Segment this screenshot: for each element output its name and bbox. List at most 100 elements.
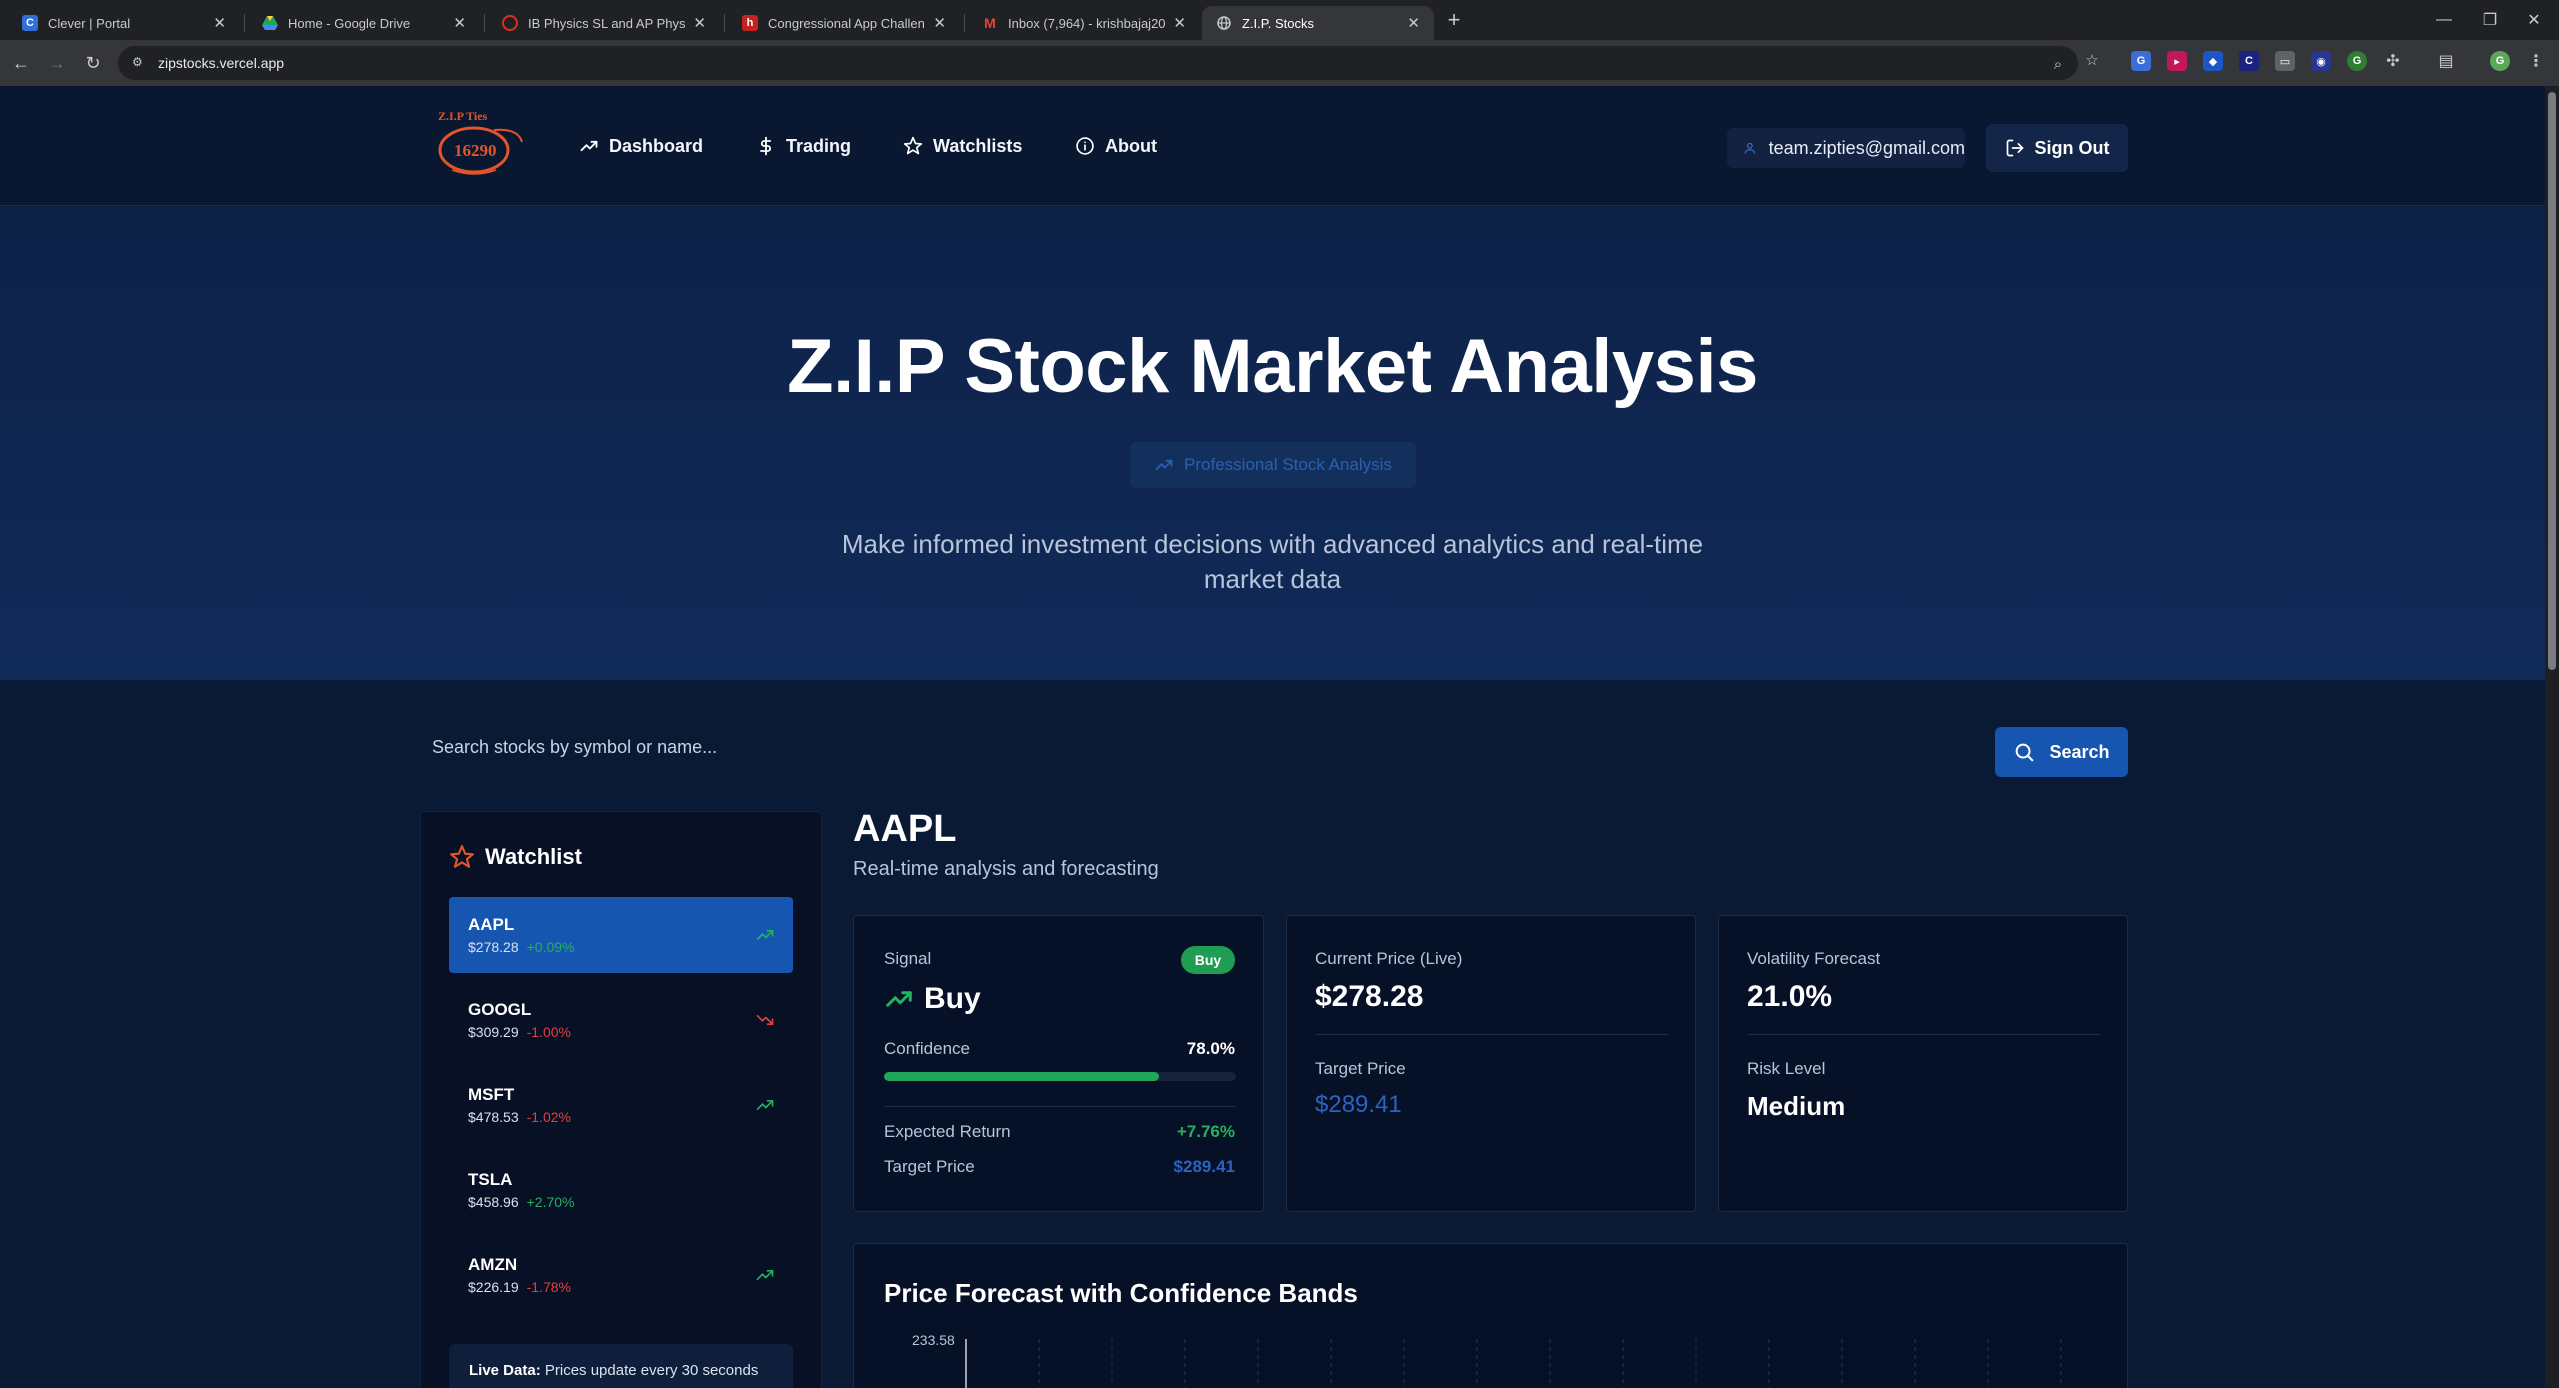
expected-return-value: +7.76% [1176, 1122, 1235, 1141]
recorder-extension-icon[interactable]: ▸ [2167, 51, 2187, 71]
gmail-icon: M [984, 15, 996, 31]
current-price-label: Current Price (Live) [1315, 949, 1463, 968]
tab-app-challenge[interactable]: h Congressional App Challenge C... ✕ [728, 6, 960, 40]
forecast-chart [965, 1339, 2062, 1388]
watchlist-item-msft[interactable]: MSFT $478.53 -1.02% [449, 1067, 793, 1143]
stock-subtitle: Real-time analysis and forecasting [853, 858, 1159, 880]
confidence-label: Confidence [884, 1039, 971, 1058]
current-price-value: $278.28 [1315, 980, 1424, 1013]
target-value: $289.41 [1173, 1157, 1235, 1176]
nav-trading-label: Trading [786, 135, 852, 156]
tab-ib-physics[interactable]: IB Physics SL and AP Physics 2 ... ✕ [488, 6, 720, 40]
expected-return-label: Expected Return [884, 1122, 1011, 1141]
trending-up-icon [756, 1100, 774, 1110]
watchlist-item-amzn[interactable]: AMZN $226.19 -1.78% [449, 1237, 793, 1313]
trending-up-icon [756, 1270, 774, 1280]
tab-zip-stocks[interactable]: Z.I.P. Stocks ✕ [1202, 6, 1434, 40]
user-email-chip[interactable]: team.zipties@gmail.com [1727, 128, 1965, 168]
watchlist-change: -1.00% [526, 1024, 571, 1040]
stock-search-bar: Search [420, 720, 2380, 777]
page-scrollbar[interactable] [2545, 86, 2559, 1388]
volatility-value: 21.0% [1747, 980, 1833, 1013]
tab-gmail[interactable]: M Inbox (7,964) - krishbajaj205@... ✕ [968, 6, 1200, 40]
price-card: Current Price (Live) $278.28 Target Pric… [1286, 915, 1696, 1212]
dollar-icon [760, 136, 772, 156]
watchlist-price: $278.28 +0.09% [468, 939, 575, 955]
trending-up-icon [1155, 459, 1173, 471]
address-bar[interactable]: ⚙ zipstocks.vercel.app ⌕ [118, 46, 2078, 80]
browser-menu-icon[interactable]: ⋮ [2526, 51, 2546, 71]
side-panel-icon[interactable]: ▤ [2436, 51, 2456, 71]
watchlist-change: +0.09% [526, 939, 575, 955]
nav-trading[interactable]: Trading [756, 130, 851, 162]
restore-icon[interactable]: ❐ [2470, 0, 2510, 40]
sign-out-button[interactable]: Sign Out [1986, 124, 2128, 172]
clever-icon: C [22, 15, 38, 31]
watchlist-item-googl[interactable]: GOOGL $309.29 -1.00% [449, 982, 793, 1058]
minimize-icon[interactable]: — [2424, 0, 2464, 40]
close-tab-icon[interactable]: ✕ [933, 14, 946, 32]
confidence-bar [884, 1072, 1236, 1081]
close-tab-icon[interactable]: ✕ [213, 14, 226, 32]
close-tab-icon[interactable]: ✕ [1407, 14, 1420, 32]
forecast-y-tick: 233.58 [912, 1332, 955, 1348]
tab-google-drive[interactable]: Home - Google Drive ✕ [248, 6, 480, 40]
close-tab-icon[interactable]: ✕ [693, 14, 706, 32]
watchlist-price: $458.96 +2.70% [468, 1194, 575, 1210]
watchlist-item-aapl[interactable]: AAPL $278.28 +0.09% [449, 897, 793, 973]
google-drive-icon [262, 15, 278, 31]
target-price-label: Target Price [1315, 1059, 1406, 1078]
stock-search-input[interactable] [420, 720, 1980, 774]
info-icon [1076, 137, 1094, 155]
nav-about[interactable]: About [1075, 130, 1157, 162]
forecast-title: Price Forecast with Confidence Bands [884, 1278, 1358, 1308]
extensions-puzzle-icon[interactable]: ✣ [2383, 51, 2403, 71]
translate-extension-icon[interactable]: G [2131, 51, 2151, 71]
eye-extension-icon[interactable]: ◉ [2311, 51, 2331, 71]
zip-ties-logo[interactable]: Z.I.P Ties 16290 [434, 108, 524, 180]
back-icon[interactable]: ← [8, 50, 34, 76]
watchlist-symbol: TSLA [468, 1170, 513, 1189]
target-label: Target Price [884, 1157, 975, 1176]
search-icon [2016, 743, 2034, 762]
bookmark-star-icon[interactable]: ☆ [2082, 50, 2102, 70]
watchlist-panel: Watchlist AAPL $278.28 +0.09% GOOGL $309.… [420, 811, 822, 1388]
logo-text: Z.I.P Ties [438, 109, 488, 123]
watchlist-symbol: AAPL [468, 915, 515, 934]
confidence-bar-fill [884, 1072, 1159, 1081]
shield-extension-icon[interactable]: ◆ [2203, 51, 2223, 71]
trending-up-icon [886, 991, 912, 1007]
clever-extension-icon[interactable]: C [2239, 51, 2259, 71]
close-window-icon[interactable]: ✕ [2514, 0, 2554, 40]
reload-icon[interactable]: ↻ [80, 50, 106, 76]
zoom-icon[interactable]: ⌕ [2048, 54, 2068, 74]
page-title: Z.I.P Stock Market Analysis [787, 324, 1758, 409]
scrollbar-thumb[interactable] [2548, 92, 2556, 670]
signal-badge: Buy [1181, 946, 1235, 974]
volatility-label: Volatility Forecast [1747, 949, 1881, 968]
close-tab-icon[interactable]: ✕ [453, 14, 466, 32]
globe-icon [1216, 15, 1232, 31]
star-icon [450, 845, 474, 868]
screen-extension-icon[interactable]: ▭ [2275, 51, 2295, 71]
target-price-value: $289.41 [1315, 1091, 1402, 1118]
live-data-text: Prices update every 30 seconds [544, 1362, 759, 1379]
hero-badge: Professional Stock Analysis [1130, 442, 1416, 488]
tab-clever[interactable]: C Clever | Portal ✕ [8, 6, 240, 40]
logo-number: 16290 [454, 141, 497, 160]
nav-watchlists[interactable]: Watchlists [903, 130, 1022, 162]
confidence-value: 78.0% [1186, 1039, 1235, 1058]
risk-card: Volatility Forecast 21.0% Risk Level Med… [1718, 915, 2128, 1212]
watchlist-symbol: MSFT [468, 1085, 515, 1104]
watchlist-item-tsla[interactable]: TSLA $458.96 +2.70% [449, 1152, 793, 1228]
profile-avatar-icon[interactable]: G [2490, 51, 2510, 71]
site-info-icon[interactable]: ⚙ [132, 55, 148, 71]
tab-title: Congressional App Challenge C... [768, 15, 925, 31]
search-button[interactable]: Search [1995, 727, 2128, 777]
nav-dashboard[interactable]: Dashboard [579, 130, 703, 162]
grammarly-extension-icon[interactable]: G [2347, 51, 2367, 71]
watchlist-price: $309.29 -1.00% [468, 1024, 571, 1040]
close-tab-icon[interactable]: ✕ [1173, 14, 1186, 32]
new-tab-icon[interactable]: + [1440, 6, 1468, 34]
forward-icon[interactable]: → [44, 50, 70, 76]
